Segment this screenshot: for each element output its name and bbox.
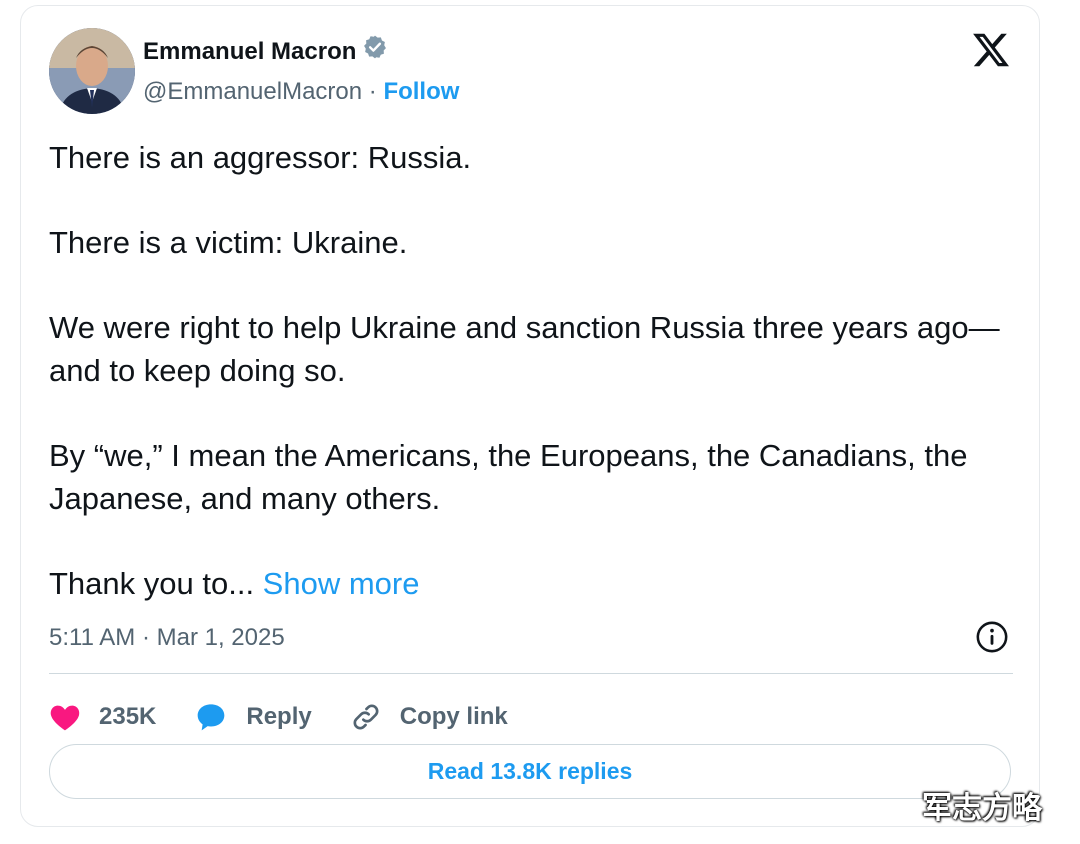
heart-icon: [50, 705, 80, 731]
watermark-text: 军志方略: [922, 791, 1042, 826]
tweet-last-line: Thank you to... Show more: [49, 562, 1024, 605]
handle-separator: ·: [362, 78, 384, 105]
speech-bubble-icon: [198, 704, 225, 731]
tweet-truncated-text: Thank you to...: [49, 566, 263, 601]
reply-label: Reply: [246, 703, 312, 730]
verified-badge-icon: [362, 34, 388, 67]
action-bar: 235K Reply Copy link: [49, 692, 546, 742]
tweet-paragraph: We were right to help Ukraine and sancti…: [49, 310, 1000, 388]
x-logo-icon[interactable]: [971, 30, 1011, 70]
author-name[interactable]: Emmanuel Macron: [143, 38, 356, 65]
divider: [49, 673, 1013, 674]
display-name[interactable]: Emmanuel Macron: [143, 34, 388, 69]
author-handle[interactable]: @EmmanuelMacron: [143, 78, 362, 105]
show-more-link[interactable]: Show more: [263, 566, 420, 601]
avatar-photo: [49, 28, 135, 114]
copy-link-label: Copy link: [399, 703, 508, 730]
link-icon: [353, 704, 379, 730]
tweet-timestamp[interactable]: 5:11 AM · Mar 1, 2025: [49, 624, 285, 652]
tweet-paragraph: By “we,” I mean the Americans, the Europ…: [49, 438, 968, 516]
copy-link-button[interactable]: Copy link: [350, 701, 508, 733]
tweet-text: There is an aggressor: Russia. There is …: [49, 136, 1024, 647]
follow-button[interactable]: Follow: [383, 78, 459, 105]
tweet-paragraph: There is an aggressor: Russia.: [49, 140, 472, 175]
handle-row: @EmmanuelMacron · Follow: [143, 78, 459, 106]
like-count: 235K: [99, 703, 157, 730]
like-button[interactable]: 235K: [49, 702, 156, 732]
tweet-paragraph: There is a victim: Ukraine.: [49, 225, 408, 260]
avatar[interactable]: [49, 28, 135, 114]
read-replies-label: Read 13.8K replies: [427, 758, 633, 784]
read-replies-button[interactable]: Read 13.8K replies: [49, 744, 1011, 799]
reply-button[interactable]: Reply: [194, 701, 312, 733]
info-icon[interactable]: [975, 620, 1009, 654]
tweet-card: Emmanuel Macron @EmmanuelMacron · Follow…: [20, 5, 1040, 827]
